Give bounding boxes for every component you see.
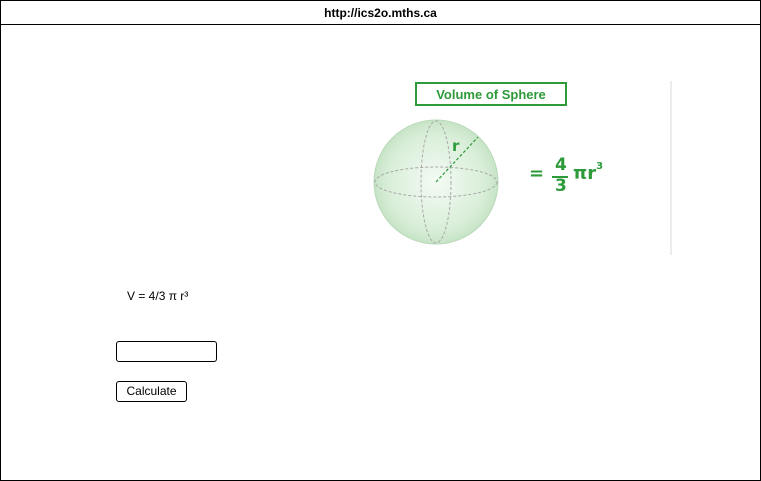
- exponent: 3: [596, 161, 604, 172]
- radius-input[interactable]: [116, 341, 217, 362]
- address-bar: http://ics2o.mths.ca: [1, 1, 760, 25]
- browser-frame: http://ics2o.mths.ca Volume of Sphere r …: [0, 0, 761, 481]
- calculate-button[interactable]: Calculate: [116, 381, 187, 402]
- volume-formula-text: V = 4/3 π r³: [127, 289, 189, 303]
- figure-title: Volume of Sphere: [415, 82, 567, 106]
- fraction-denominator: 3: [555, 176, 567, 196]
- sphere-figure: Volume of Sphere r = 4 3 πr3: [361, 79, 673, 257]
- fraction-numerator: 4: [555, 155, 567, 175]
- pi-r-text: πr: [573, 163, 597, 184]
- radius-label: r: [452, 137, 460, 155]
- pi-r-term: πr3: [573, 161, 604, 184]
- equals-sign: =: [529, 163, 545, 184]
